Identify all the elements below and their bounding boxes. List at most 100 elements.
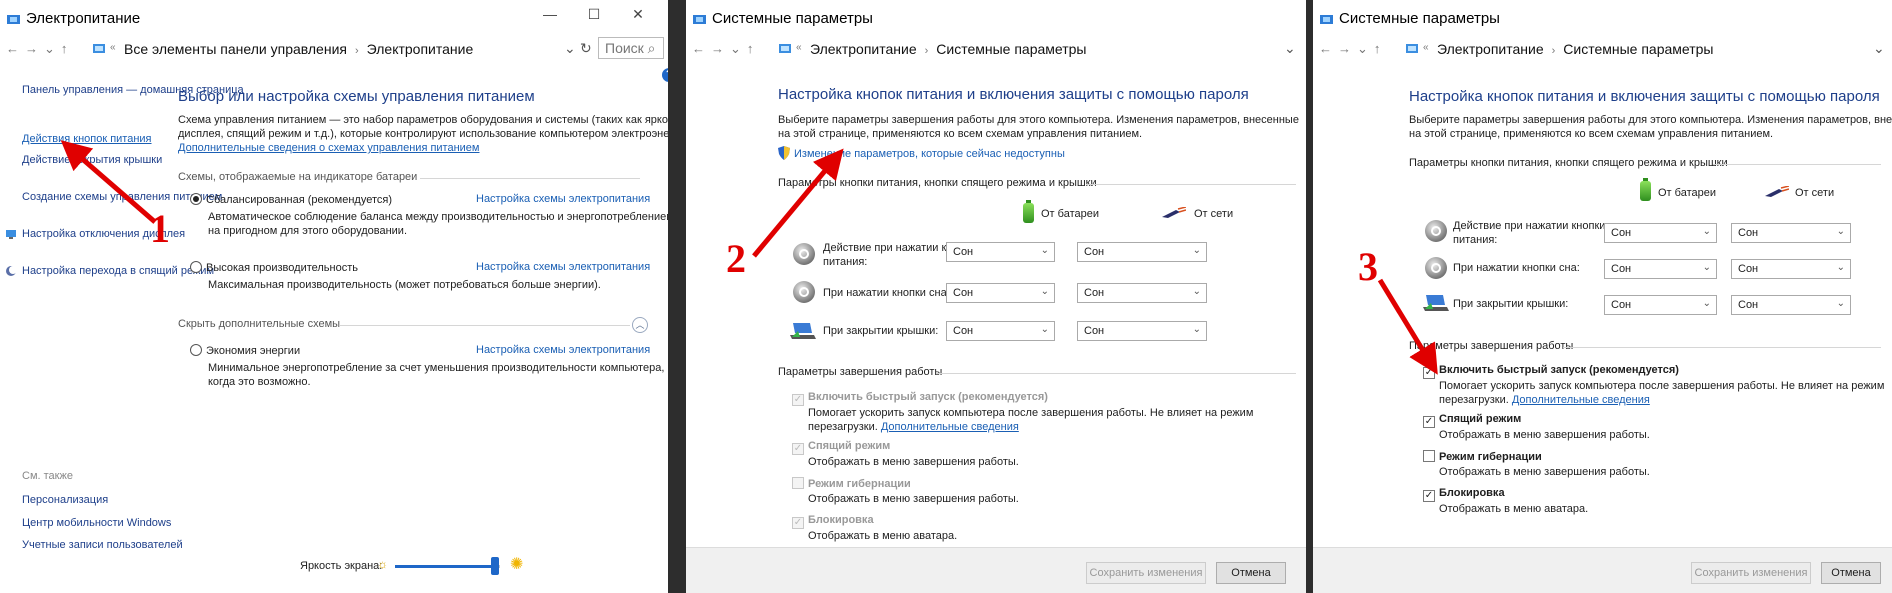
sleep-button-ac-select[interactable]: Сон ⌄ bbox=[1731, 259, 1851, 279]
chevron-down-icon: ⌄ bbox=[1040, 286, 1049, 297]
breadcrumb-item[interactable]: Системные параметры bbox=[1563, 41, 1713, 57]
sleep-button-ac-select[interactable]: Сон ⌄ bbox=[1077, 283, 1207, 303]
minimize-button[interactable]: — bbox=[528, 6, 572, 22]
control-panel-icon bbox=[93, 44, 105, 53]
power-button-icon bbox=[793, 243, 815, 265]
section-header[interactable]: Скрыть дополнительные схемы bbox=[178, 318, 340, 330]
option-desc: Отображать в меню завершения работы. bbox=[1439, 429, 1650, 441]
breadcrumb-item[interactable]: Электропитание bbox=[1437, 41, 1544, 57]
change-unavailable-settings-link[interactable]: Изменение параметров, которые сейчас нед… bbox=[794, 148, 1065, 160]
plan-desc: Максимальная производительность (может п… bbox=[208, 279, 601, 291]
overflow-chevron-icon[interactable]: « bbox=[1423, 42, 1429, 53]
brightness-thumb[interactable] bbox=[490, 557, 499, 575]
sidebar-item-sleep[interactable]: Настройка перехода в спящий режим bbox=[22, 265, 214, 277]
power-button-battery-select[interactable]: Сон ⌄ bbox=[946, 242, 1055, 262]
control-panel-icon bbox=[1406, 44, 1418, 53]
refresh-icon[interactable]: ↻ bbox=[580, 40, 592, 57]
nav-buttons[interactable]: ←→⌄↑ bbox=[1319, 41, 1386, 57]
chevron-down-icon[interactable]: ⌄ bbox=[1873, 40, 1885, 57]
save-changes-button[interactable]: Сохранить изменения bbox=[1691, 562, 1811, 584]
nav-buttons[interactable]: ←→⌄↑ bbox=[6, 41, 73, 57]
option-desc: перезагрузки. Дополнительные сведения bbox=[1439, 394, 1650, 406]
nav-buttons[interactable]: ←→⌄↑ bbox=[692, 41, 759, 57]
row-label: При закрытии крышки: bbox=[1453, 298, 1569, 310]
row-label: питания: bbox=[1453, 234, 1498, 246]
more-info-link[interactable]: Дополнительные сведения о схемах управле… bbox=[178, 142, 480, 154]
lid-close-battery-select[interactable]: Сон ⌄ bbox=[946, 321, 1055, 341]
divider bbox=[420, 178, 640, 179]
checkbox-checked-icon: ✓ bbox=[1423, 367, 1435, 379]
sidebar-item-lid-close[interactable]: Действие закрытия крышки bbox=[22, 154, 162, 166]
sleep-button-battery-select[interactable]: Сон ⌄ bbox=[946, 283, 1055, 303]
sleep-checkbox[interactable]: ✓ Спящий режим bbox=[1423, 413, 1521, 428]
plan-settings-link[interactable]: Настройка схемы электропитания bbox=[476, 193, 650, 205]
overflow-chevron-icon[interactable]: « bbox=[110, 42, 116, 53]
intro-text: Схема управления питанием — это набор па… bbox=[178, 114, 668, 126]
hibernate-checkbox[interactable]: Режим гибернации bbox=[1423, 450, 1542, 463]
intro-text: Выберите параметры завершения работы для… bbox=[1409, 114, 1892, 126]
lid-close-battery-select[interactable]: Сон ⌄ bbox=[1604, 295, 1717, 315]
plan-settings-link[interactable]: Настройка схемы электропитания bbox=[476, 261, 650, 273]
power-button-ac-select[interactable]: Сон ⌄ bbox=[1077, 242, 1207, 262]
option-desc: Отображать в меню завершения работы. bbox=[1439, 466, 1650, 478]
breadcrumb-item[interactable]: Электропитание bbox=[810, 41, 917, 57]
checkbox-checked-icon: ✓ bbox=[1423, 416, 1435, 428]
sleep-button-icon bbox=[793, 281, 815, 303]
chevron-down-icon[interactable]: ⌄ bbox=[564, 40, 576, 57]
annotation-number-1: 1 bbox=[150, 206, 170, 251]
chevron-down-icon: ⌄ bbox=[1702, 262, 1711, 273]
see-also-mobility-center[interactable]: Центр мобильности Windows bbox=[22, 517, 171, 529]
footer: Сохранить изменения Отмена bbox=[686, 547, 1306, 593]
plan-settings-link[interactable]: Настройка схемы электропитания bbox=[476, 344, 650, 356]
more-info-link[interactable]: Дополнительные сведения bbox=[881, 421, 1019, 433]
divider bbox=[1713, 164, 1881, 165]
breadcrumb-item[interactable]: Электропитание bbox=[367, 41, 474, 57]
lid-close-ac-select[interactable]: Сон ⌄ bbox=[1731, 295, 1851, 315]
power-button-ac-select[interactable]: Сон ⌄ bbox=[1731, 223, 1851, 243]
power-options-window: Электропитание — ☐ ✕ ←→⌄↑ « Все элементы п… bbox=[0, 0, 668, 593]
cancel-button[interactable]: Отмена bbox=[1821, 562, 1881, 584]
power-button-battery-select[interactable]: Сон ⌄ bbox=[1604, 223, 1717, 243]
sleep-button-icon bbox=[1425, 257, 1447, 279]
divider bbox=[340, 325, 630, 326]
plan-desc: Минимальное энергопотребление за счет ум… bbox=[208, 362, 665, 374]
overflow-chevron-icon[interactable]: « bbox=[796, 42, 802, 53]
lock-checkbox[interactable]: ✓ Блокировка bbox=[792, 514, 874, 529]
sleep-button-battery-select[interactable]: Сон ⌄ bbox=[1604, 259, 1717, 279]
option-desc: Отображать в меню завершения работы. bbox=[808, 493, 1019, 505]
footer: Сохранить изменения Отмена bbox=[1313, 547, 1892, 593]
save-changes-button[interactable]: Сохранить изменения bbox=[1086, 562, 1206, 584]
help-icon[interactable]: ? bbox=[662, 68, 668, 82]
chevron-down-icon[interactable]: ⌄ bbox=[1284, 40, 1296, 57]
sidebar-item-power-buttons[interactable]: Действия кнопок питания bbox=[22, 133, 152, 145]
brightness-slider[interactable] bbox=[395, 565, 500, 568]
plan-radio[interactable]: Высокая производительность bbox=[190, 261, 358, 274]
close-button[interactable]: ✕ bbox=[616, 6, 660, 23]
checkbox-icon bbox=[792, 477, 804, 489]
address-bar: ←→⌄↑ « Электропитание › Системные параметр… bbox=[686, 36, 1306, 62]
see-also-user-accounts[interactable]: Учетные записи пользователей bbox=[22, 539, 183, 551]
plan-radio[interactable]: Сбалансированная (рекомендуется) bbox=[190, 193, 392, 206]
checkbox-checked-icon: ✓ bbox=[792, 394, 804, 406]
lock-checkbox[interactable]: ✓ Блокировка bbox=[1423, 487, 1505, 502]
see-also-personalization[interactable]: Персонализация bbox=[22, 494, 108, 506]
plug-icon bbox=[1162, 207, 1186, 218]
plan-radio[interactable]: Экономия энергии bbox=[190, 344, 300, 357]
chevron-down-icon: ⌄ bbox=[1836, 298, 1845, 309]
hibernate-checkbox[interactable]: Режим гибернации bbox=[792, 477, 911, 490]
cancel-button[interactable]: Отмена bbox=[1216, 562, 1286, 584]
sleep-checkbox[interactable]: ✓ Спящий режим bbox=[792, 440, 890, 455]
maximize-button[interactable]: ☐ bbox=[572, 6, 616, 23]
lid-close-ac-select[interactable]: Сон ⌄ bbox=[1077, 321, 1207, 341]
collapse-icon[interactable]: ︿ bbox=[632, 317, 648, 333]
page-title: Настройка кнопок питания и включения защ… bbox=[1409, 88, 1880, 105]
fast-startup-checkbox[interactable]: ✓ Включить быстрый запуск (рекомендуется) bbox=[792, 391, 1048, 406]
chevron-right-icon: › bbox=[354, 45, 359, 57]
fast-startup-checkbox[interactable]: ✓ Включить быстрый запуск (рекомендуется) bbox=[1423, 364, 1679, 379]
breadcrumb-item[interactable]: Все элементы панели управления bbox=[124, 41, 347, 57]
breadcrumb: Электропитание › Системные параметры bbox=[810, 41, 1087, 57]
search-input[interactable]: Поиск ⌕ bbox=[598, 37, 664, 59]
breadcrumb-item[interactable]: Системные параметры bbox=[936, 41, 1086, 57]
chevron-right-icon: › bbox=[1551, 45, 1556, 57]
more-info-link[interactable]: Дополнительные сведения bbox=[1512, 394, 1650, 406]
